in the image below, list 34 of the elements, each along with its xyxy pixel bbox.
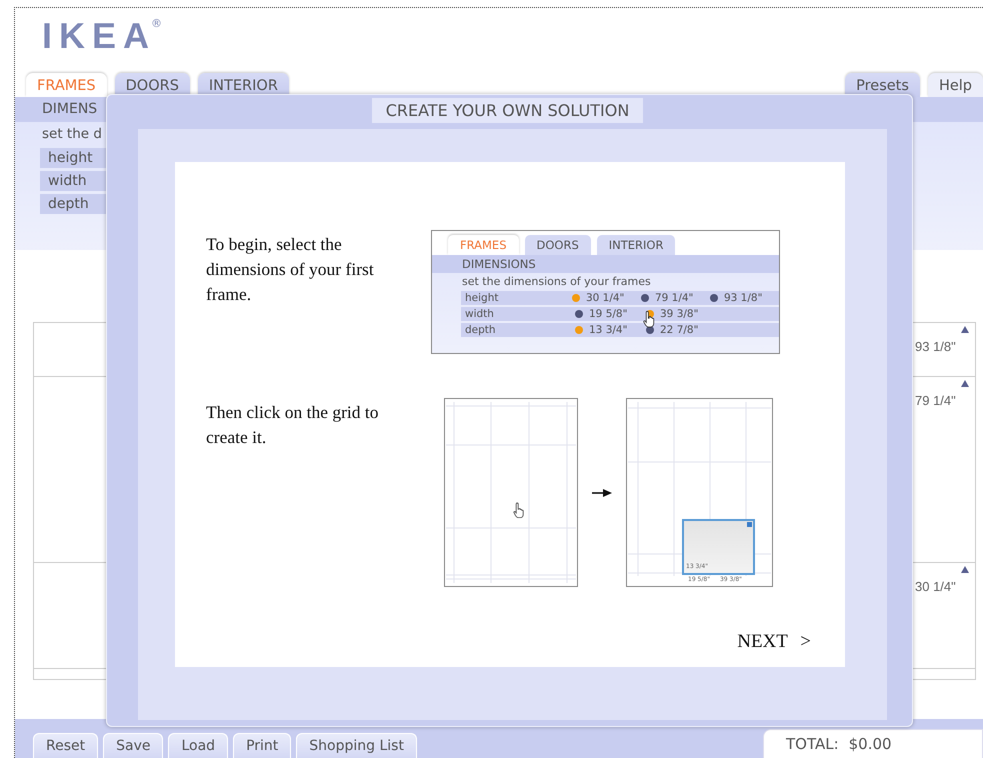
total-label: TOTAL: <box>786 735 839 753</box>
option-value: 22 7/8" <box>660 324 698 336</box>
option-value: 39 3/8" <box>660 308 698 320</box>
height-label: 30 1/4" <box>915 579 956 594</box>
option-value: 13 3/4" <box>589 324 628 336</box>
dimension-label: depth <box>464 324 497 336</box>
toolbar-button[interactable]: Reset <box>33 733 98 758</box>
toolbar-button[interactable]: Print <box>233 733 292 758</box>
hand-cursor-icon <box>513 502 525 518</box>
total-value: $0.00 <box>848 735 892 753</box>
toolbar-button[interactable]: Load <box>168 733 228 758</box>
dimension-label: width <box>464 308 495 320</box>
option-value: 79 1/4" <box>654 292 694 304</box>
dimension-label: height <box>464 292 500 304</box>
instruction-text: Then click on the grid to create it. <box>206 401 380 449</box>
dialog-title: CREATE YOUR OWN SOLUTION <box>372 98 644 123</box>
arrow-icon <box>592 488 612 498</box>
tab[interactable]: Help <box>928 73 983 97</box>
toolbar-button[interactable]: Shopping List <box>296 733 417 758</box>
option-value: 19 5/8" <box>589 308 628 320</box>
hand-cursor-icon <box>643 310 656 328</box>
option-value: 30 1/4" <box>586 292 624 304</box>
height-label: 93 1/8" <box>915 339 956 354</box>
toolbar-button[interactable]: Save <box>103 733 164 758</box>
height-label: 79 1/4" <box>915 393 956 408</box>
hint-text: set the d <box>41 125 103 144</box>
option-value: 93 1/8" <box>724 292 762 304</box>
hint-text: set the dimensions of your frames <box>461 274 652 290</box>
instruction-text: To begin, select the dimensions of your first frame. <box>206 233 375 306</box>
triangle-icon <box>961 380 969 387</box>
next-link[interactable]: NEXT > <box>737 631 811 653</box>
section-heading: DIMENSIONS <box>432 255 779 273</box>
triangle-icon <box>961 566 969 573</box>
triangle-icon <box>961 326 969 333</box>
